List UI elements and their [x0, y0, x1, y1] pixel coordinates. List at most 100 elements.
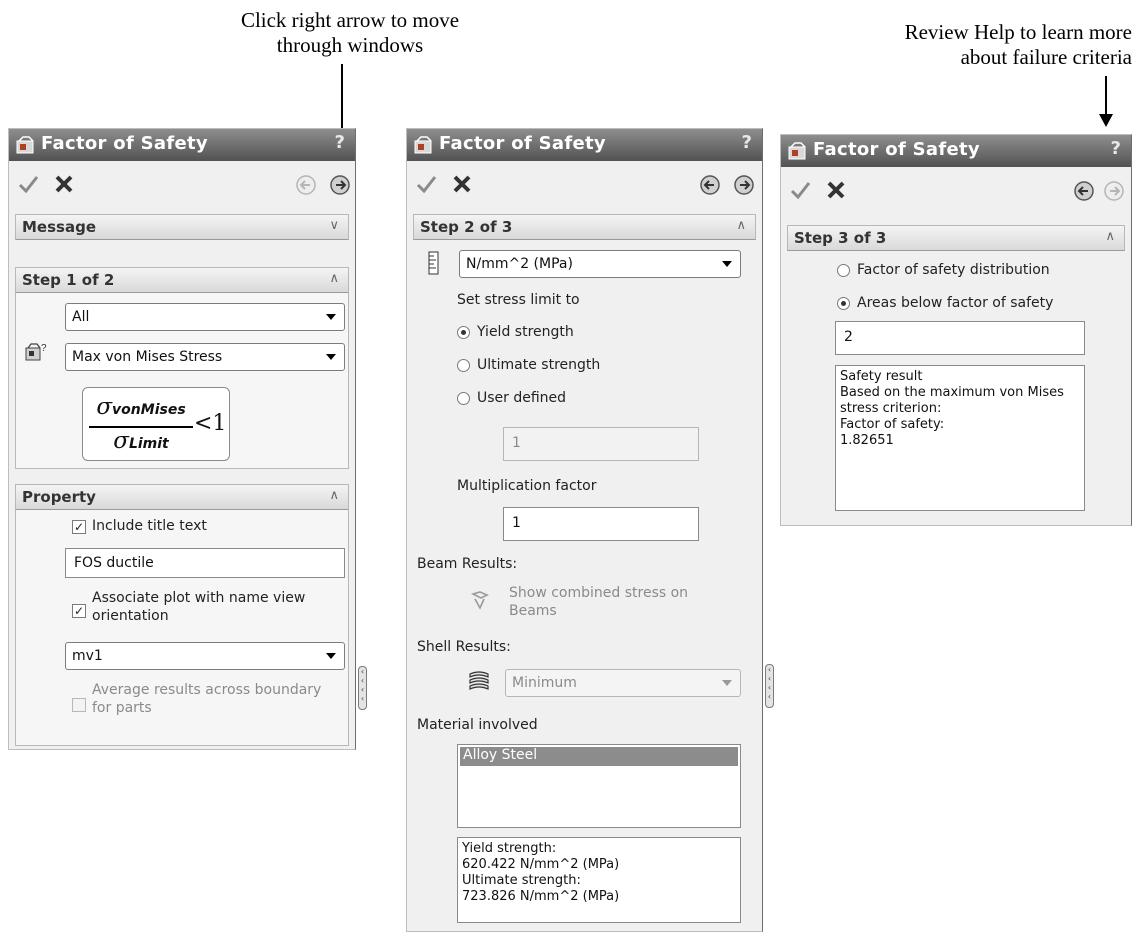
ok-checkmark-icon[interactable] — [415, 173, 437, 195]
annotation-arrow-right — [1105, 76, 1107, 116]
step-section-header[interactable]: Step 2 of 3 ∧ — [413, 214, 756, 240]
shell-results-dropdown[interactable]: Minimum — [505, 669, 741, 697]
fos-panel-step1: Factor of Safety ? Message ∨ Step 1 of 2… — [8, 128, 356, 750]
material-listbox[interactable]: Alloy Steel — [457, 744, 741, 828]
chevron-up-icon[interactable]: ∧ — [329, 271, 339, 286]
annotation-click-right-arrow: Click right arrow to move through window… — [200, 8, 500, 58]
panel-titlebar: Factor of Safety ? — [781, 135, 1131, 167]
step-section-header[interactable]: Step 3 of 3 ∧ — [787, 225, 1125, 251]
back-arrow-icon[interactable] — [295, 174, 317, 196]
dropdown-caret-icon — [326, 314, 336, 320]
criterion-dropdown[interactable]: Max von Mises Stress — [65, 343, 345, 371]
input-value: 2 — [844, 329, 853, 345]
back-arrow-icon[interactable] — [699, 174, 721, 196]
fos-panel-step2: Factor of Safety ? Step 2 of 3 ∧ N/mm^2 … — [406, 128, 763, 932]
annotation-left-line1: Click right arrow to move — [240, 8, 460, 32]
user-defined-radio[interactable] — [457, 392, 470, 405]
factor-of-safety-icon — [788, 142, 806, 160]
yield-strength-label: Yield strength — [477, 324, 574, 340]
next-arrow-icon[interactable] — [329, 174, 351, 196]
section-title: Message — [22, 218, 96, 236]
fos-value-input[interactable]: 2 — [835, 321, 1085, 355]
formula-numerator-subscript: vonMises — [112, 402, 186, 418]
material-involved-label: Material involved — [417, 717, 538, 733]
associate-view-checkbox[interactable]: ✓ — [72, 604, 86, 618]
formula-relation: <1 — [194, 411, 227, 436]
message-section-header[interactable]: Message ∨ — [15, 214, 349, 240]
annotation-review-help: Review Help to learn more about failure … — [830, 20, 1132, 70]
ok-checkmark-icon[interactable] — [789, 179, 811, 201]
component-dropdown[interactable]: All — [65, 303, 345, 331]
yield-strength-radio[interactable] — [457, 326, 470, 339]
dropdown-caret-icon — [722, 261, 732, 267]
dropdown-value: mv1 — [72, 648, 103, 664]
cancel-x-icon[interactable] — [451, 173, 473, 195]
shell-layers-icon — [469, 671, 489, 690]
chevron-up-icon[interactable]: ∧ — [329, 488, 339, 503]
units-ruler-icon — [428, 251, 439, 275]
formula-numerator-symbol: σ — [96, 394, 113, 420]
section-title: Step 2 of 3 — [420, 218, 513, 236]
cancel-x-icon[interactable] — [53, 173, 75, 195]
property-section-header[interactable]: Property ∧ — [15, 484, 349, 510]
multiplication-factor-input[interactable]: 1 — [503, 507, 699, 541]
ultimate-strength-label: Ultimate strength — [477, 357, 601, 373]
svg-text:?: ? — [41, 343, 47, 354]
formula-denominator-subscript: Limit — [128, 436, 169, 452]
formula-denominator-symbol: σ — [113, 428, 129, 454]
show-combined-stress-label-line1: Show combined stress on — [509, 585, 689, 601]
areas-below-fos-radio[interactable] — [837, 297, 850, 310]
areas-below-fos-label: Areas below factor of safety — [857, 295, 1054, 311]
panel-title: Factor of Safety — [41, 133, 208, 154]
user-defined-label: User defined — [477, 390, 567, 406]
view-dropdown[interactable]: mv1 — [65, 642, 345, 670]
safety-result-box: Safety result Based on the maximum von M… — [835, 365, 1085, 511]
shell-results-label: Shell Results: — [417, 639, 511, 655]
input-value: 1 — [512, 435, 521, 451]
include-title-checkbox[interactable]: ✓ — [72, 520, 86, 534]
material-list-item[interactable]: Alloy Steel — [460, 747, 738, 766]
units-dropdown[interactable]: N/mm^2 (MPa) — [459, 250, 741, 278]
fos-distribution-radio[interactable] — [837, 264, 850, 277]
beam-results-label: Beam Results: — [417, 556, 518, 572]
input-value: FOS ductile — [74, 555, 154, 571]
section-title: Step 1 of 2 — [22, 271, 115, 289]
back-arrow-icon[interactable] — [1073, 180, 1095, 202]
input-value: 1 — [512, 515, 521, 531]
step-section-body: All ? Max von Mises Stress σvonMises σLi… — [15, 293, 349, 469]
beam-stress-icon — [471, 591, 489, 610]
average-results-checkbox[interactable] — [72, 698, 86, 712]
dropdown-value: Max von Mises Stress — [72, 349, 223, 365]
associate-view-label-line2: orientation — [92, 608, 169, 624]
ok-checkmark-icon[interactable] — [17, 173, 39, 195]
section-title: Property — [22, 488, 96, 506]
fos-panel-step3: Factor of Safety ? Step 3 of 3 ∧ Factor … — [780, 134, 1132, 526]
dropdown-caret-icon — [326, 354, 336, 360]
annotation-arrowhead-right — [1099, 114, 1113, 127]
chevron-up-icon[interactable]: ∧ — [1105, 229, 1115, 244]
criterion-formula: σvonMises σLimit <1 — [82, 387, 230, 461]
ultimate-strength-radio[interactable] — [457, 359, 470, 372]
annotation-left-line2: through windows — [276, 33, 424, 57]
include-title-label: Include title text — [92, 518, 207, 534]
average-results-label-line2: for parts — [92, 700, 152, 716]
next-arrow-icon[interactable] — [1103, 180, 1125, 202]
panel-titlebar: Factor of Safety ? — [407, 129, 762, 161]
fos-distribution-label: Factor of safety distribution — [857, 262, 1050, 278]
panel-title: Factor of Safety — [813, 139, 980, 160]
help-button[interactable]: ? — [1111, 138, 1121, 159]
associate-view-label-line1: Associate plot with name view — [92, 590, 306, 606]
chevron-up-icon[interactable]: ∧ — [736, 218, 746, 233]
panel-resize-grip[interactable]: ‹ ‹ ‹ ‹ — [765, 664, 774, 708]
next-arrow-icon[interactable] — [733, 174, 755, 196]
chevron-down-icon[interactable]: ∨ — [329, 218, 339, 233]
step-section-header[interactable]: Step 1 of 2 ∧ — [15, 267, 349, 293]
factor-of-safety-icon — [16, 136, 34, 154]
help-button[interactable]: ? — [335, 132, 345, 153]
panel-resize-grip[interactable]: ‹ ‹ ‹ ‹ — [358, 666, 367, 710]
cancel-x-icon[interactable] — [825, 179, 847, 201]
user-defined-input[interactable]: 1 — [503, 427, 699, 461]
help-button[interactable]: ? — [742, 132, 752, 153]
title-text-input[interactable]: FOS ductile — [65, 548, 345, 578]
factor-of-safety-icon — [414, 136, 432, 154]
